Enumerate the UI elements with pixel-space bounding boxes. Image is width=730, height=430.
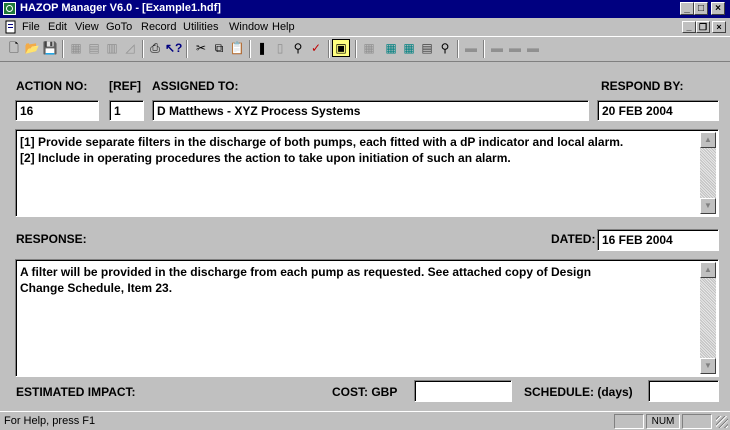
num-lock-indicator: NUM xyxy=(646,414,680,429)
cost-field[interactable] xyxy=(414,380,512,402)
action-no-label: ACTION NO: xyxy=(16,79,88,93)
menu-window[interactable]: Window xyxy=(229,21,268,33)
toolbar-separator xyxy=(457,40,459,58)
schedule-field[interactable] xyxy=(648,380,719,402)
menu-goto[interactable]: GoTo xyxy=(106,21,132,33)
scroll-up-button[interactable]: ▲ xyxy=(700,132,716,148)
disabled-icon[interactable]: ▬ xyxy=(507,40,523,56)
mdi-close-button[interactable]: × xyxy=(712,21,726,33)
action-form: ACTION NO: [REF] ASSIGNED TO: RESPOND BY… xyxy=(10,67,726,402)
copy-icon[interactable]: ⧉ xyxy=(211,40,227,56)
action-line-2: [2] Include in operating procedures the … xyxy=(20,151,511,165)
menu-file[interactable]: File xyxy=(22,21,40,33)
view2-icon[interactable]: ▦ xyxy=(383,40,399,56)
toolbar-separator xyxy=(186,40,188,58)
disabled-icon[interactable]: ▬ xyxy=(463,40,479,56)
toolbar-separator xyxy=(355,40,357,58)
document-icon[interactable] xyxy=(4,20,18,34)
schedule-label: SCHEDULE: (days) xyxy=(524,385,633,399)
find-icon[interactable]: ⚲ xyxy=(290,40,306,56)
context-help-icon[interactable]: ↖? xyxy=(165,40,182,56)
response-label: RESPONSE: xyxy=(16,232,87,246)
report-icon[interactable]: ▣ xyxy=(332,39,350,57)
chart-icon[interactable]: ◿ xyxy=(122,40,138,56)
status-message: For Help, press F1 xyxy=(4,415,96,427)
book-icon[interactable]: ▯ xyxy=(272,40,288,56)
view4-icon[interactable]: ▤ xyxy=(419,40,435,56)
resize-grip[interactable] xyxy=(716,416,728,428)
action-line-1: [1] Provide separate filters in the disc… xyxy=(20,135,624,149)
status-panel-caps xyxy=(614,414,644,429)
disabled-icon[interactable]: ▬ xyxy=(489,40,505,56)
estimated-impact-label: ESTIMATED IMPACT: xyxy=(16,385,136,399)
scroll-up-button[interactable]: ▲ xyxy=(700,262,716,278)
respond-by-field[interactable]: 20 FEB 2004 xyxy=(597,100,719,121)
view1-icon[interactable]: ▦ xyxy=(361,40,377,56)
minimize-button[interactable]: _ xyxy=(680,2,694,15)
find-record-icon[interactable]: ⚲ xyxy=(437,40,453,56)
grid-icon[interactable]: ▦ xyxy=(68,40,84,56)
action-no-field[interactable]: 16 xyxy=(15,100,99,121)
menu-edit[interactable]: Edit xyxy=(48,21,67,33)
dated-field[interactable]: 16 FEB 2004 xyxy=(597,229,719,251)
menu-bar: File Edit View GoTo Record Utilities Win… xyxy=(0,18,730,36)
ref-label: [REF] xyxy=(109,79,141,93)
disabled-icon[interactable]: ▬ xyxy=(525,40,541,56)
maximize-button[interactable]: □ xyxy=(694,2,708,15)
mdi-minimize-button[interactable]: _ xyxy=(682,21,696,33)
status-bar: For Help, press F1 NUM xyxy=(0,411,730,430)
assigned-to-label: ASSIGNED TO: xyxy=(152,79,239,93)
toolbar-separator xyxy=(249,40,251,58)
ref-field[interactable]: 1 xyxy=(109,100,144,121)
toolbar-separator xyxy=(142,40,144,58)
response-line-2: Change Schedule, Item 23. xyxy=(20,281,173,295)
cost-label: COST: GBP xyxy=(332,385,398,399)
paste-icon[interactable]: 📋 xyxy=(229,40,245,56)
mdi-restore-button[interactable]: ❐ xyxy=(696,21,710,33)
columns-icon[interactable]: ▥ xyxy=(104,40,120,56)
view3-icon[interactable]: ▦ xyxy=(401,40,417,56)
toolbar: 🗋 📂 💾 ▦ ▤ ▥ ◿ ⎙ ↖? ✂ ⧉ 📋 ❚ ▯ ⚲ ✓ ▣ ▦ ▦ ▦… xyxy=(0,36,730,62)
close-button[interactable]: × xyxy=(711,2,725,15)
assigned-to-field[interactable]: D Matthews - XYZ Process Systems xyxy=(152,100,589,121)
open-icon[interactable]: 📂 xyxy=(24,40,40,56)
title-bar[interactable]: HAZOP Manager V6.0 - [Example1.hdf] _ □ … xyxy=(0,0,730,18)
menu-utilities[interactable]: Utilities xyxy=(183,21,218,33)
toolbar-separator xyxy=(483,40,485,58)
cut-icon[interactable]: ✂ xyxy=(193,40,209,56)
menu-help[interactable]: Help xyxy=(272,21,295,33)
scroll-down-button[interactable]: ▼ xyxy=(700,198,716,214)
spellcheck-icon[interactable]: ✓ xyxy=(308,40,324,56)
menu-record[interactable]: Record xyxy=(141,21,176,33)
menu-view[interactable]: View xyxy=(75,21,99,33)
toolbar-separator xyxy=(328,40,330,58)
table-icon[interactable]: ▤ xyxy=(86,40,102,56)
status-panel-scroll xyxy=(682,414,712,429)
save-icon[interactable]: 💾 xyxy=(42,40,58,56)
window-title: HAZOP Manager V6.0 - [Example1.hdf] xyxy=(20,2,221,14)
action-text-area[interactable]: [1] Provide separate filters in the disc… xyxy=(15,129,719,217)
dated-label: DATED: xyxy=(551,232,596,246)
response-scrollbar[interactable]: ▲ ▼ xyxy=(700,262,716,374)
bookmark-icon[interactable]: ❚ xyxy=(254,40,270,56)
scroll-down-button[interactable]: ▼ xyxy=(700,358,716,374)
app-icon[interactable] xyxy=(3,2,16,15)
print-icon[interactable]: ⎙ xyxy=(147,40,163,56)
response-text-area[interactable]: A filter will be provided in the dischar… xyxy=(15,259,719,377)
toolbar-separator xyxy=(62,40,64,58)
new-icon[interactable]: 🗋 xyxy=(6,40,22,56)
action-scrollbar[interactable]: ▲ ▼ xyxy=(700,132,716,214)
respond-by-label: RESPOND BY: xyxy=(601,79,684,93)
response-line-1: A filter will be provided in the dischar… xyxy=(20,265,592,279)
